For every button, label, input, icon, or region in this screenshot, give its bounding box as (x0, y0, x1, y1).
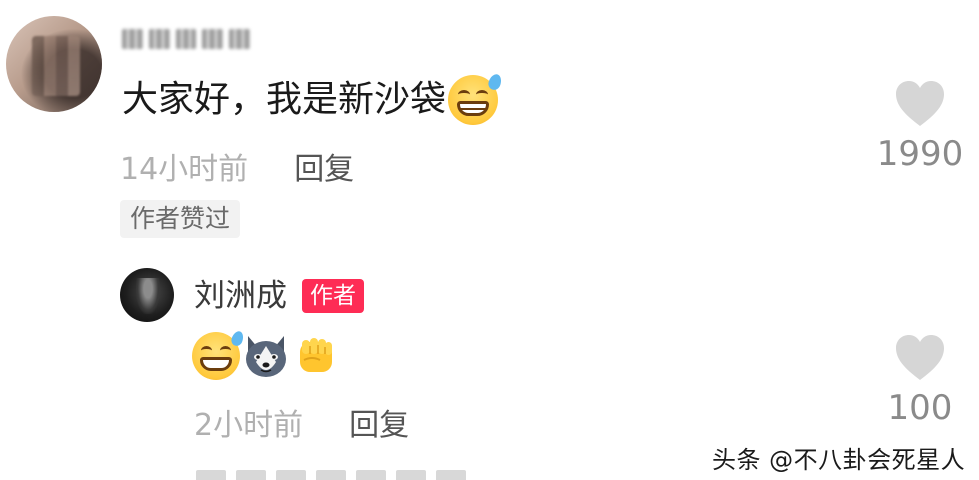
comment-like-group[interactable]: 1990 (877, 80, 963, 174)
comment-meta: 14小时前 回复 (120, 144, 354, 188)
comment-like-count: 1990 (876, 134, 964, 174)
grin-sweat-emoji (448, 72, 504, 125)
reply-like-group[interactable]: 100 (882, 334, 958, 428)
comment-thread: 大家好，我是新沙袋 14小时前 回复 作者赞过 1990 刘洲成 作者 2小时前… (0, 0, 979, 480)
grin-sweat-emoji (192, 329, 246, 380)
comment-text-content: 大家好，我是新沙袋 (122, 79, 447, 120)
reply-emojis (192, 329, 340, 380)
commenter-username-blurred[interactable] (122, 26, 250, 52)
reply-like-count: 100 (887, 388, 953, 428)
watermark: 头条 @不八卦会死星人 (712, 446, 966, 474)
heart-icon[interactable] (894, 334, 946, 382)
reply-username[interactable]: 刘洲成 (194, 276, 287, 316)
author-liked-tag: 作者赞过 (120, 200, 241, 238)
comment-time: 14小时前 (120, 152, 249, 187)
comment-text: 大家好，我是新沙袋 (122, 72, 504, 128)
comment-reply-button[interactable]: 回复 (294, 144, 354, 188)
reply-time: 2小时前 (194, 408, 304, 443)
cut-off-next-line (196, 470, 466, 480)
fist-emoji (292, 332, 340, 380)
commenter-avatar[interactable] (6, 16, 102, 112)
husky-dog-emoji (242, 332, 290, 380)
reply-reply-button[interactable]: 回复 (349, 400, 409, 444)
author-badge: 作者 (302, 279, 364, 313)
reply-avatar[interactable] (120, 268, 174, 322)
heart-icon[interactable] (894, 80, 946, 128)
reply-meta: 2小时前 回复 (194, 400, 409, 444)
